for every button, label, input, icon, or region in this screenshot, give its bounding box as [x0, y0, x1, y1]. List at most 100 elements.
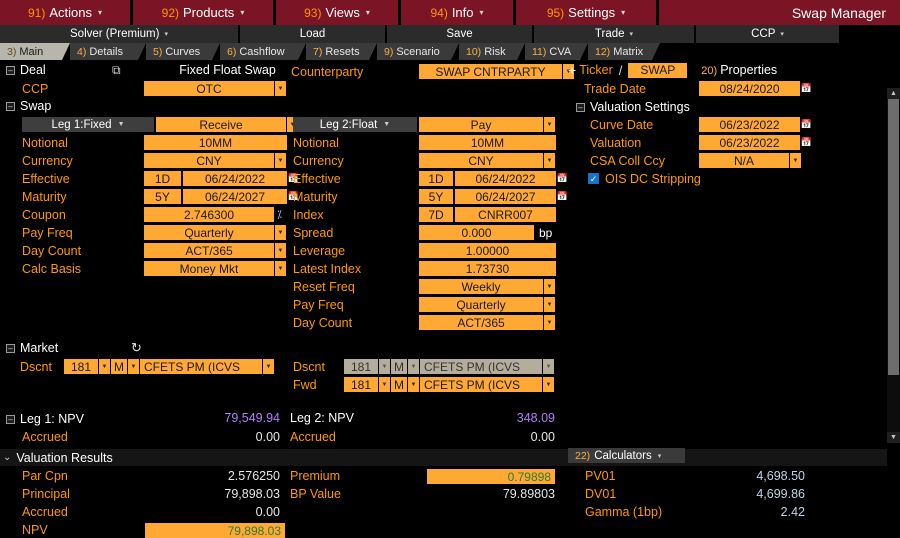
scroll-down-button[interactable]: ▼: [887, 432, 900, 443]
chevron-down-icon[interactable]: ▼: [790, 153, 801, 168]
scrollbar-thumb[interactable]: [888, 99, 899, 375]
calendar-icon[interactable]: 📅: [801, 117, 812, 132]
section-leg1-npv[interactable]: – Leg 1: NPV: [6, 411, 84, 427]
toolbar-save[interactable]: Save: [387, 25, 534, 43]
leg2-maturity-tenor-field[interactable]: 5Y: [419, 189, 453, 204]
section-valuation-settings[interactable]: – Valuation Settings: [576, 99, 690, 115]
menu-actions[interactable]: 91) Actions ▾: [0, 0, 131, 25]
leg1-direction-field[interactable]: Receive: [156, 117, 286, 132]
leg1-coupon-field[interactable]: 2.746300: [144, 207, 274, 222]
refresh-icon[interactable]: ↻: [131, 340, 142, 356]
toolbar-trade[interactable]: Trade ▾: [534, 25, 696, 43]
leg1-daycount-field[interactable]: ACT/365: [144, 243, 274, 258]
menu-settings[interactable]: 95) Settings ▾: [516, 0, 657, 25]
leg2-maturity-date-field[interactable]: 06/24/2027: [455, 189, 556, 204]
market-right-dscnt-unit[interactable]: M: [391, 359, 407, 374]
toolbar-solver[interactable]: Solver (Premium) ▾: [0, 25, 240, 43]
leg2-direction-field[interactable]: Pay: [419, 117, 543, 132]
chevron-down-icon[interactable]: ▼: [543, 377, 554, 392]
chevron-down-icon[interactable]: ▼: [275, 153, 286, 168]
section-swap[interactable]: – Swap: [6, 98, 51, 114]
tab-main[interactable]: 3) Main: [0, 43, 70, 60]
chevron-down-icon[interactable]: ▼: [544, 297, 555, 312]
chevron-down-icon[interactable]: ▼: [275, 243, 286, 258]
calendar-icon[interactable]: 📅: [801, 135, 812, 150]
tab-matrix[interactable]: 12) Matrix: [588, 43, 660, 60]
tab-scenario[interactable]: 9) Scenario: [377, 43, 459, 60]
leg2-currency-field[interactable]: CNY: [419, 153, 543, 168]
scroll-up-button[interactable]: ▲: [887, 88, 900, 99]
chevron-down-icon[interactable]: ▼: [379, 377, 390, 392]
leg2-latestindex-field[interactable]: 1.73730: [419, 261, 556, 276]
section-deal[interactable]: – Deal: [6, 62, 46, 78]
csa-coll-ccy-field[interactable]: N/A: [699, 153, 789, 168]
menu-views[interactable]: 93) Views ▾: [276, 0, 399, 25]
leg2-spread-field[interactable]: 0.000: [419, 225, 534, 240]
leg1-header[interactable]: Leg 1:Fixed ▼: [22, 117, 154, 132]
leg1-effective-date-field[interactable]: 06/24/2022: [183, 171, 287, 186]
leg1-payfreq-field[interactable]: Quarterly: [144, 225, 274, 240]
leg2-effective-tenor-field[interactable]: 1D: [419, 171, 453, 186]
collapse-icon[interactable]: –: [6, 101, 15, 111]
leg1-effective-tenor-field[interactable]: 1D: [144, 171, 181, 186]
percent-icon[interactable]: ⁒: [277, 208, 282, 221]
leg2-notional-field[interactable]: 10MM: [419, 135, 556, 150]
ois-dc-stripping-checkbox[interactable]: ✓: [588, 173, 599, 184]
leg2-payfreq-field[interactable]: Quarterly: [419, 297, 543, 312]
leg1-notional-field[interactable]: 10MM: [144, 135, 287, 150]
leg1-maturity-tenor-field[interactable]: 5Y: [144, 189, 181, 204]
copy-icon[interactable]: ⧉: [112, 63, 121, 78]
leg2-index-tenor-field[interactable]: 7D: [419, 207, 453, 222]
toolbar-load[interactable]: Load: [240, 25, 387, 43]
market-right-dscnt-num[interactable]: 181: [344, 359, 378, 374]
chevron-down-icon[interactable]: ▼: [408, 359, 419, 374]
valuation-date-field[interactable]: 06/23/2022: [699, 135, 800, 150]
premium-field[interactable]: 0.79898: [427, 469, 555, 484]
market-left-dscnt-curve[interactable]: CFETS PM (ICVS: [140, 359, 262, 374]
chevron-down-icon[interactable]: ▼: [263, 359, 274, 374]
market-right-dscnt-curve[interactable]: CFETS PM (ICVS: [420, 359, 542, 374]
chevron-down-icon[interactable]: ▼: [543, 359, 554, 374]
results-npv-field[interactable]: 79,898.03: [145, 523, 285, 538]
market-left-dscnt-unit[interactable]: M: [111, 359, 127, 374]
tab-details[interactable]: 4) Details: [70, 43, 146, 60]
market-right-fwd-unit[interactable]: M: [391, 377, 407, 392]
chevron-down-icon[interactable]: ▼: [544, 279, 555, 294]
calendar-icon[interactable]: 📅: [801, 81, 812, 96]
section-market[interactable]: – Market: [6, 340, 58, 356]
counterparty-value-field[interactable]: SWAP CNTRPARTY: [419, 64, 562, 79]
menu-info[interactable]: 94) Info ▾: [401, 0, 514, 25]
chevron-down-icon[interactable]: ▼: [544, 117, 555, 132]
tab-curves[interactable]: 5) Curves: [146, 43, 220, 60]
collapse-icon[interactable]: –: [576, 102, 585, 112]
chevron-down-icon[interactable]: ▼: [544, 153, 555, 168]
properties-button[interactable]: 20) Properties: [701, 63, 777, 77]
toolbar-ccp[interactable]: CCP ▾: [696, 25, 841, 43]
row-ois-dc-stripping[interactable]: ✓ OIS DC Stripping: [588, 170, 701, 187]
tab-risk[interactable]: 10) Risk: [459, 43, 525, 60]
collapse-icon[interactable]: –: [6, 65, 15, 75]
leg2-effective-date-field[interactable]: 06/24/2022: [455, 171, 556, 186]
tab-resets[interactable]: 7) Resets: [306, 43, 377, 60]
leg2-index-field[interactable]: CNRR007: [455, 207, 556, 222]
leg1-calcbasis-field[interactable]: Money Mkt: [144, 261, 274, 276]
vertical-scrollbar[interactable]: ▲ ▼: [887, 88, 900, 443]
calendar-icon[interactable]: 📅: [557, 171, 568, 186]
menu-products[interactable]: 92) Products ▾: [133, 0, 274, 25]
leg1-currency-field[interactable]: CNY: [144, 153, 274, 168]
market-left-dscnt-num[interactable]: 181: [64, 359, 98, 374]
tab-cashflow[interactable]: 6) Cashflow: [220, 43, 306, 60]
collapse-icon[interactable]: –: [6, 343, 15, 353]
chevron-down-icon[interactable]: ▼: [275, 81, 286, 96]
curve-date-field[interactable]: 06/23/2022: [699, 117, 800, 132]
market-right-fwd-num[interactable]: 181: [344, 377, 378, 392]
calendar-icon[interactable]: 📅: [557, 189, 568, 204]
scrollbar-track[interactable]: [887, 375, 900, 432]
collapse-icon[interactable]: –: [6, 414, 15, 424]
leg2-leverage-field[interactable]: 1.00000: [419, 243, 556, 258]
chevron-down-icon[interactable]: ▼: [544, 315, 555, 330]
leg2-header[interactable]: Leg 2:Float ▼: [293, 117, 417, 132]
chevron-down-icon[interactable]: ▼: [408, 377, 419, 392]
chevron-down-icon[interactable]: ▼: [128, 359, 139, 374]
chevron-down-icon[interactable]: ▼: [275, 225, 286, 240]
